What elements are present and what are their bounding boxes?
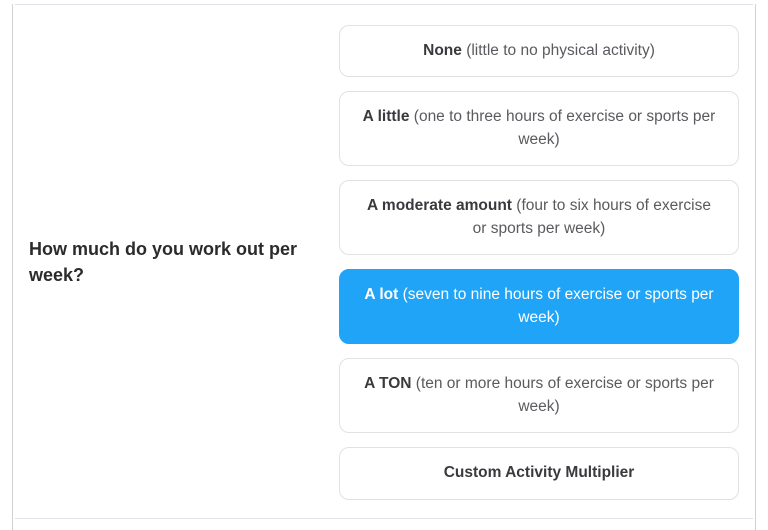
option-a-ton[interactable]: A TON (ten or more hours of exercise or … <box>339 358 739 433</box>
option-label: A little <box>363 108 414 125</box>
option-label: None <box>423 42 466 59</box>
divider-bottom <box>15 518 753 519</box>
form-panel: How much do you work out per week? None … <box>12 4 756 530</box>
question-row: How much do you work out per week? None … <box>15 25 753 500</box>
option-desc: (one to three hours of exercise or sport… <box>414 108 716 147</box>
option-desc: (seven to nine hours of exercise or spor… <box>403 286 714 325</box>
options-group: None (little to no physical activity) A … <box>339 25 747 500</box>
option-label: Custom Activity Multiplier <box>444 464 635 481</box>
option-a-lot[interactable]: A lot (seven to nine hours of exercise o… <box>339 269 739 344</box>
option-label: A moderate amount <box>367 197 516 214</box>
option-custom-multiplier[interactable]: Custom Activity Multiplier <box>339 447 739 499</box>
option-desc: (ten or more hours of exercise or sports… <box>416 375 714 414</box>
divider-top <box>15 4 753 5</box>
option-none[interactable]: None (little to no physical activity) <box>339 25 739 77</box>
option-label: A TON <box>364 375 416 392</box>
option-label: A lot <box>364 286 402 303</box>
option-a-little[interactable]: A little (one to three hours of exercise… <box>339 91 739 166</box>
question-label: How much do you work out per week? <box>21 236 311 288</box>
option-desc: (little to no physical activity) <box>466 42 655 59</box>
option-a-moderate-amount[interactable]: A moderate amount (four to six hours of … <box>339 180 739 255</box>
